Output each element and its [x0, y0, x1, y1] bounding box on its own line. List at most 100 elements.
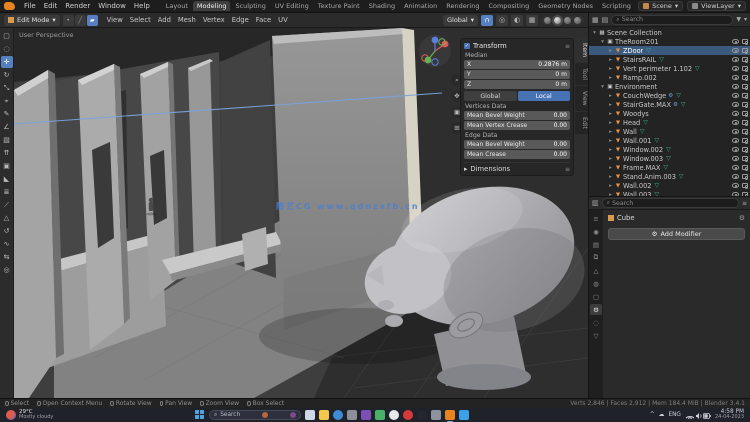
workspace-tab-compositing[interactable]: Compositing — [484, 1, 533, 11]
hide-viewport-icon[interactable] — [732, 183, 739, 188]
face-select-icon[interactable]: ▰ — [86, 14, 98, 26]
disclosure-arrow[interactable]: ▾ — [591, 30, 598, 36]
render-tab[interactable]: ◉ — [590, 226, 602, 237]
disable-render-icon[interactable] — [742, 165, 748, 171]
loop-cut-tool[interactable]: ≣ — [1, 186, 13, 198]
view-layer-tab[interactable]: ⧉ — [590, 252, 602, 263]
settings-icon[interactable] — [347, 410, 357, 420]
outliner-row[interactable]: ▸ ▼ Head ▽ — [589, 118, 750, 127]
disclosure-arrow[interactable]: ▸ — [607, 102, 614, 108]
disclosure-arrow[interactable]: ▸ — [607, 156, 614, 162]
disable-render-icon[interactable] — [742, 93, 748, 99]
outliner-row[interactable]: ▾ ▦ Scene Collection — [589, 28, 750, 37]
hide-viewport-icon[interactable] — [732, 84, 739, 89]
hide-viewport-icon[interactable] — [732, 165, 739, 170]
measure-tool[interactable]: ∠ — [1, 121, 13, 133]
inset-faces-tool[interactable]: ▣ — [1, 160, 13, 172]
workspace-tab-scripting[interactable]: Scripting — [598, 1, 635, 11]
hidden-icons-caret[interactable]: ^ — [650, 412, 655, 418]
sidebar-tab-view[interactable]: View — [575, 86, 588, 111]
outliner-row[interactable]: ▸ ▼ Wall ▽ — [589, 127, 750, 136]
start-button[interactable] — [195, 410, 205, 420]
panel-menu-icon[interactable]: ≡ — [565, 43, 570, 50]
disclosure-arrow[interactable]: ▸ — [607, 120, 614, 126]
language-indicator[interactable]: ENG — [668, 412, 681, 418]
add-cube-tool[interactable]: ▧ — [1, 134, 13, 146]
object-tab[interactable]: ▢ — [590, 291, 602, 302]
disclosure-arrow[interactable]: ▸ — [607, 174, 614, 180]
outliner-search-input[interactable]: ⌕ Search — [611, 14, 734, 25]
properties-editor-icon[interactable]: ▥ — [592, 199, 599, 207]
spin-tool[interactable]: ↺ — [1, 225, 13, 237]
smooth-tool[interactable]: ∿ — [1, 238, 13, 250]
disable-render-icon[interactable] — [742, 138, 748, 144]
hide-viewport-icon[interactable] — [732, 147, 739, 152]
output-tab[interactable]: ▤ — [590, 239, 602, 250]
hide-viewport-icon[interactable] — [732, 39, 739, 44]
material-shading-icon[interactable] — [564, 16, 571, 24]
disable-render-icon[interactable] — [742, 57, 748, 63]
dimensions-panel-header[interactable]: ▸ Dimensions ≡ — [464, 162, 570, 173]
outliner-editor-icon[interactable]: ▦ — [592, 16, 599, 24]
steam-icon[interactable] — [417, 410, 427, 420]
disclosure-arrow[interactable]: ▸ — [607, 75, 614, 81]
data-field[interactable]: Mean Vertex Crease 0.00 — [464, 121, 570, 130]
outliner-row[interactable]: ▸ ▼ ZDoor ▽ — [589, 46, 750, 55]
workspace-tab-shading[interactable]: Shading — [365, 1, 399, 11]
viewport-menu-select[interactable]: Select — [127, 16, 154, 24]
workspace-tab-layout[interactable]: Layout — [162, 1, 192, 11]
outliner-row[interactable]: ▸ ▼ Ramp.002 — [589, 73, 750, 82]
disable-render-icon[interactable] — [742, 129, 748, 135]
viewport-3d[interactable]: User Perspective 随艺CG www.qdnzxfb.cn ⌕ ✥… — [14, 28, 588, 398]
data-field[interactable]: Mean Bevel Weight 0.00 — [464, 140, 570, 149]
hide-viewport-icon[interactable] — [732, 93, 739, 98]
hide-viewport-icon[interactable] — [732, 66, 739, 71]
median-y-field[interactable]: Y 0 m — [464, 70, 570, 79]
median-z-field[interactable]: Z 0 m — [464, 80, 570, 89]
disable-render-icon[interactable] — [742, 75, 748, 81]
global-button[interactable]: Global — [464, 91, 517, 101]
edge-slide-tool[interactable]: ⇆ — [1, 251, 13, 263]
overlays-icon[interactable]: ◐ — [511, 14, 523, 26]
youtube-icon[interactable] — [403, 410, 413, 420]
tool-tab[interactable]: ≡ — [590, 213, 602, 224]
outliner-row[interactable]: ▾ ▣ Environment — [589, 82, 750, 91]
viewport-menu-uv[interactable]: UV — [275, 16, 291, 24]
move-tool[interactable]: ✛ — [0, 56, 13, 68]
disable-render-icon[interactable] — [742, 39, 748, 45]
local-button[interactable]: Local — [517, 91, 570, 101]
object-data-tab[interactable]: ▽ — [590, 330, 602, 341]
photos-icon[interactable] — [375, 410, 385, 420]
select-box-tool[interactable]: ▢ — [1, 30, 13, 42]
disclosure-arrow[interactable]: ▾ — [599, 39, 606, 45]
median-x-field[interactable]: X 0.2876 m — [464, 60, 570, 69]
knife-tool[interactable]: ⟋ — [1, 199, 13, 211]
scene-selector[interactable]: Scene ▾ — [638, 1, 684, 11]
transform-orientation-selector[interactable]: Global ▾ — [442, 14, 478, 26]
rotate-tool[interactable]: ↻ — [1, 69, 13, 81]
proportional-editing-icon[interactable]: ◎ — [496, 14, 508, 26]
onedrive-icon[interactable] — [459, 410, 469, 420]
display-mode-icon[interactable]: ▤ — [602, 16, 609, 24]
weather-widget[interactable]: 29°C Mostly cloudy — [6, 409, 53, 421]
disable-render-icon[interactable] — [742, 48, 748, 54]
edge-browser-icon[interactable] — [333, 410, 343, 420]
outliner-row[interactable]: ▸ ▼ Vert perimeter 1.102 ▽ — [589, 64, 750, 73]
workspace-tab-sculpting[interactable]: Sculpting — [231, 1, 269, 11]
data-field[interactable]: Mean Bevel Weight 0.00 — [464, 111, 570, 120]
menu-render[interactable]: Render — [61, 2, 94, 10]
sidebar-tab-edit[interactable]: Edit — [575, 111, 588, 134]
extrude-tool[interactable]: ⇈ — [1, 147, 13, 159]
clock-widget[interactable]: 4:58 PM 24-04-2023 — [715, 409, 744, 421]
mode-selector[interactable]: Edit Mode ▾ — [4, 14, 60, 26]
cloud-icon[interactable]: ☁ — [659, 412, 665, 418]
sidebar-tab-item[interactable]: Item — [575, 38, 588, 63]
transform-tool[interactable]: ⌖ — [1, 95, 13, 107]
disable-render-icon[interactable] — [742, 66, 748, 72]
sidebar-tab-tool[interactable]: Tool — [575, 63, 588, 86]
hide-viewport-icon[interactable] — [732, 174, 739, 179]
outliner-row[interactable]: ▸ ▼ Wall.001 ▽ — [589, 136, 750, 145]
disable-render-icon[interactable] — [742, 183, 748, 189]
outliner-row[interactable]: ▸ ▼ Window.002 ▽ — [589, 145, 750, 154]
workspace-tab-rendering[interactable]: Rendering — [442, 1, 483, 11]
